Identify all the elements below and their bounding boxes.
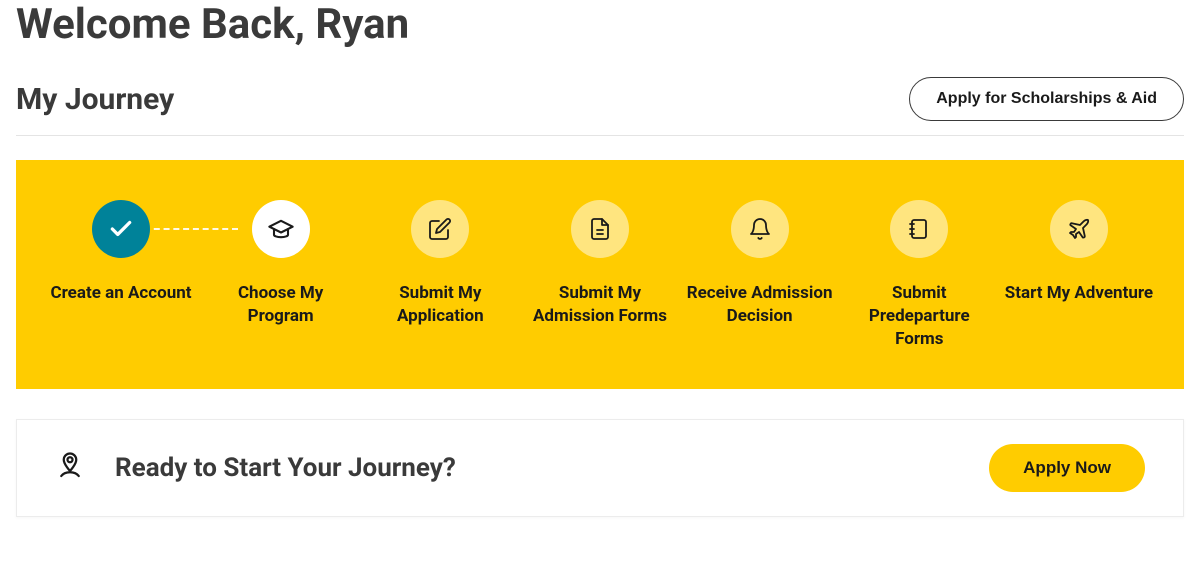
journey-step-label: Receive Admission Decision — [685, 282, 835, 328]
journey-step-start-adventure[interactable]: Start My Adventure — [1004, 200, 1154, 305]
journey-step-label: Submit My Application — [365, 282, 515, 328]
journey-step-label: Submit My Admission Forms — [525, 282, 675, 328]
journey-steps-strip: Create an Account Choose My Program Subm… — [16, 160, 1184, 389]
map-pin-icon — [55, 451, 85, 485]
section-header-row: My Journey Apply for Scholarships & Aid — [16, 77, 1184, 136]
notebook-icon — [890, 200, 948, 258]
journey-step-admission-forms[interactable]: Submit My Admission Forms — [525, 200, 675, 328]
page-title: Welcome Back, Ryan — [16, 0, 1184, 49]
journey-step-create-account[interactable]: Create an Account — [46, 200, 196, 305]
edit-icon — [411, 200, 469, 258]
plane-icon — [1050, 200, 1108, 258]
journey-step-label: Create an Account — [50, 282, 191, 305]
journey-step-predeparture-forms[interactable]: Submit Predeparture Forms — [844, 200, 994, 351]
apply-now-button[interactable]: Apply Now — [989, 444, 1145, 492]
journey-step-choose-program[interactable]: Choose My Program — [206, 200, 356, 328]
journey-step-admission-decision[interactable]: Receive Admission Decision — [685, 200, 835, 328]
ready-to-start-card: Ready to Start Your Journey? Apply Now — [16, 419, 1184, 517]
ready-card-left: Ready to Start Your Journey? — [55, 451, 456, 485]
journey-step-label: Start My Adventure — [1005, 282, 1153, 305]
bell-icon — [731, 200, 789, 258]
grad-cap-icon — [252, 200, 310, 258]
section-title: My Journey — [16, 82, 174, 117]
document-icon — [571, 200, 629, 258]
journey-step-label: Choose My Program — [206, 282, 356, 328]
apply-scholarships-button[interactable]: Apply for Scholarships & Aid — [909, 77, 1184, 121]
check-icon — [92, 200, 150, 258]
journey-step-label: Submit Predeparture Forms — [844, 282, 994, 351]
ready-card-title: Ready to Start Your Journey? — [115, 453, 456, 483]
journey-step-submit-application[interactable]: Submit My Application — [365, 200, 515, 328]
